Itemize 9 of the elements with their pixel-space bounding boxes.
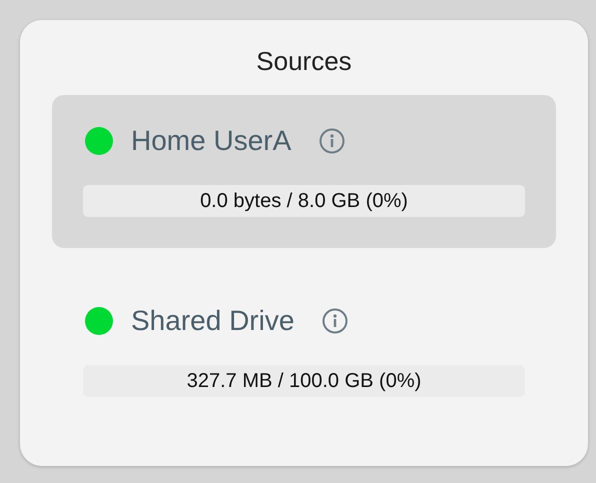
- info-icon[interactable]: [322, 308, 348, 334]
- source-name: Shared Drive: [131, 305, 294, 337]
- usage-text: 327.7 MB / 100.0 GB (0%): [186, 369, 422, 394]
- usage-text: 0.0 bytes / 8.0 GB (0%): [199, 189, 409, 214]
- info-icon[interactable]: [319, 128, 346, 154]
- source-name: Home UserA: [131, 125, 292, 157]
- panel-title: Sources: [255, 46, 353, 77]
- source-item[interactable]: Home UserA 0.0 bytes / 8.0 GB (0%): [52, 95, 556, 248]
- source-item[interactable]: Shared Drive 327.7 MB / 100.0 GB (0%): [52, 275, 556, 428]
